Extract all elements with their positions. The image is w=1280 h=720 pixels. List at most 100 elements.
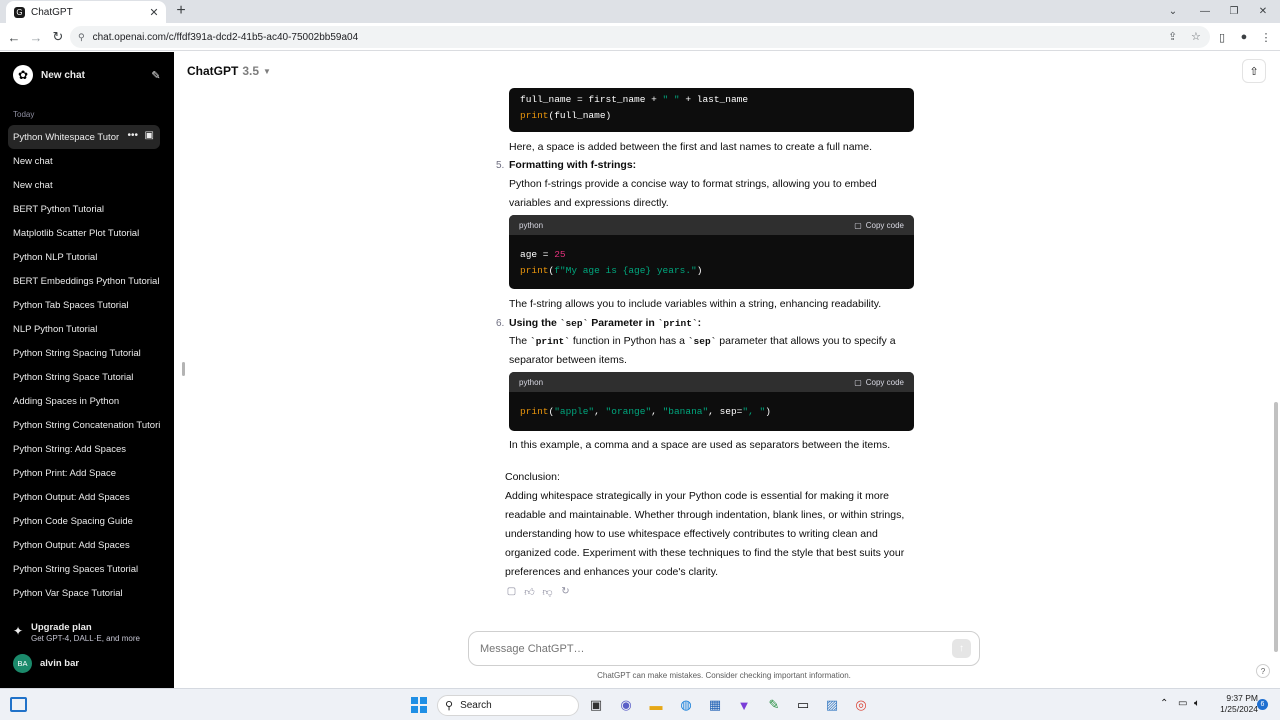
history-item[interactable]: Adding Spaces in Python: [8, 389, 160, 413]
editor-app-icon[interactable]: ✎: [764, 695, 784, 715]
history-item[interactable]: Python Output: Add Spaces: [8, 485, 160, 509]
clock[interactable]: 9:37 PM 1/25/2024: [1208, 693, 1258, 715]
history-item[interactable]: New chat: [8, 173, 160, 197]
history-item-label: Python String Spacing Tutorial: [13, 347, 141, 359]
regenerate-icon[interactable]: ↻: [560, 586, 571, 598]
history-item[interactable]: Python Var Space Tutorial: [8, 581, 160, 605]
history-item-label: BERT Python Tutorial: [13, 203, 105, 215]
start-button[interactable]: [411, 697, 427, 713]
new-tab-button[interactable]: +: [172, 2, 190, 20]
history-item-label: NLP Python Tutorial: [13, 323, 98, 335]
chat-app-icon[interactable]: ◉: [616, 695, 636, 715]
history-item[interactable]: New chat: [8, 149, 160, 173]
browser-tab-strip: G ChatGPT ✕ + ⌄ — ❐ ✕: [0, 0, 1280, 23]
taskbar-search[interactable]: ⚲ Search: [437, 695, 579, 716]
back-button[interactable]: ←: [4, 27, 24, 47]
history-item[interactable]: Matplotlib Scatter Plot Tutorial: [8, 221, 160, 245]
upgrade-plan-button[interactable]: ✦ Upgrade plan Get GPT-4, DALL·E, and mo…: [13, 622, 163, 648]
store-icon[interactable]: ▦: [705, 695, 725, 715]
history-item[interactable]: Python String Spaces Tutorial: [8, 557, 160, 581]
task-view-icon[interactable]: ▣: [586, 695, 606, 715]
history-item-label: Python Code Spacing Guide: [13, 515, 133, 527]
user-menu-button[interactable]: BA alvin bar: [13, 653, 163, 673]
history-item[interactable]: BERT Python Tutorial: [8, 197, 160, 221]
history-group-label: Today: [13, 110, 35, 119]
chat-main: ChatGPT 3.5 ▼ ⇧ full_name = first_name +…: [174, 52, 1280, 688]
bookmark-star-icon[interactable]: ☆: [1191, 30, 1201, 43]
share-chat-button[interactable]: ⇧: [1242, 59, 1266, 83]
url-bar[interactable]: ⚲ chat.openai.com/c/ffdf391a-dcd2-41b5-a…: [70, 26, 1210, 48]
copy-code-button[interactable]: ▢ Copy code: [854, 216, 904, 235]
history-item-label: Adding Spaces in Python: [13, 395, 120, 407]
upgrade-title: Upgrade plan: [31, 622, 92, 633]
profile-icon[interactable]: ●: [1234, 27, 1254, 47]
help-button[interactable]: ?: [1256, 664, 1270, 678]
history-item[interactable]: Python String Space Tutorial: [8, 365, 160, 389]
more-options-icon[interactable]: •••: [127, 130, 138, 141]
sidebar-resize-handle[interactable]: [182, 362, 185, 376]
vpn-app-icon[interactable]: ▼: [734, 695, 754, 715]
image-app-icon[interactable]: ▨: [822, 695, 842, 715]
paragraph: The f-string allows you to include varia…: [509, 298, 882, 310]
history-item-label: Python NLP Tutorial: [13, 251, 98, 263]
history-item[interactable]: Python String Concatenation Tutorial: [8, 413, 160, 437]
thumbs-down-icon[interactable]: 👎︎: [542, 586, 553, 598]
reload-button[interactable]: ↻: [48, 27, 68, 47]
paragraph: In this example, a comma and a space are…: [509, 439, 891, 451]
window-close-button[interactable]: ✕: [1248, 0, 1278, 22]
history-item-label: Python Whitespace Tutorial: [13, 131, 119, 143]
network-icon[interactable]: ▭: [1178, 698, 1187, 709]
message-input[interactable]: [480, 642, 940, 655]
clock-time: 9:37 PM: [1226, 693, 1258, 703]
history-item-label: Python String Spaces Tutorial: [13, 563, 139, 575]
history-item[interactable]: Python Code Spacing Guide: [8, 509, 160, 533]
site-info-icon[interactable]: ⚲: [78, 32, 85, 43]
thumbs-up-icon[interactable]: 👍︎: [524, 586, 535, 598]
restore-button[interactable]: ❐: [1219, 0, 1249, 22]
compose-icon[interactable]: ✎: [148, 69, 164, 82]
history-item-label: New chat: [13, 179, 53, 191]
side-panel-icon[interactable]: ▯: [1212, 27, 1232, 47]
message-composer: ↑: [468, 631, 980, 666]
history-item[interactable]: Python String: Add Spaces: [8, 437, 160, 461]
model-selector[interactable]: ChatGPT 3.5 ▼: [187, 64, 271, 78]
minimize-button[interactable]: —: [1190, 0, 1220, 22]
history-item[interactable]: Python Whitespace Tutorial ••• ▣: [8, 125, 160, 149]
chrome-icon[interactable]: ◎: [851, 695, 871, 715]
browser-menu-icon[interactable]: ⋮: [1256, 27, 1276, 47]
copy-code-button[interactable]: ▢ Copy code: [854, 373, 904, 392]
file-explorer-icon[interactable]: ▬: [646, 695, 666, 715]
tray-chevron-icon[interactable]: ⌃: [1160, 698, 1168, 709]
upgrade-subtitle: Get GPT-4, DALL·E, and more: [31, 634, 140, 643]
widgets-icon[interactable]: [10, 697, 27, 712]
history-item-label: New chat: [13, 155, 53, 167]
share-page-icon[interactable]: ⇪: [1168, 30, 1177, 43]
send-button[interactable]: ↑: [952, 639, 971, 658]
history-item[interactable]: NLP Python Tutorial: [8, 317, 160, 341]
code-language: python: [519, 377, 544, 387]
archive-icon[interactable]: ▣: [145, 130, 154, 141]
volume-icon[interactable]: 🔈︎: [1194, 698, 1200, 709]
history-item[interactable]: BERT Embeddings Python Tutorial: [8, 269, 160, 293]
notification-badge[interactable]: 6: [1257, 699, 1268, 710]
history-item[interactable]: Python NLP Tutorial: [8, 245, 160, 269]
copy-icon[interactable]: ▢: [506, 586, 517, 598]
history-item-label: Python Tab Spaces Tutorial: [13, 299, 129, 311]
history-item[interactable]: Python String Spacing Tutorial: [8, 341, 160, 365]
code-block: python ▢ Copy code print("apple", "orange…: [509, 372, 914, 431]
chat-history-list: Python Whitespace Tutorial ••• ▣ New chat …: [8, 125, 160, 605]
url-text: chat.openai.com/c/ffdf391a-dcd2-41b5-ac4…: [92, 31, 359, 43]
scrollbar-thumb[interactable]: [1274, 402, 1278, 652]
terminal-icon[interactable]: ▭: [793, 695, 813, 715]
disclaimer: ChatGPT can make mistakes. Consider chec…: [597, 671, 851, 680]
history-item[interactable]: Python Print: Add Space: [8, 461, 160, 485]
history-item[interactable]: Python Tab Spaces Tutorial: [8, 293, 160, 317]
history-item[interactable]: Python Output: Add Spaces: [8, 533, 160, 557]
tab-close-icon[interactable]: ✕: [148, 6, 160, 19]
edge-browser-icon[interactable]: ◍: [676, 695, 696, 715]
forward-button[interactable]: →: [26, 27, 46, 47]
browser-tab[interactable]: G ChatGPT ✕: [6, 1, 166, 23]
new-chat-row[interactable]: ✿ New chat ✎: [8, 62, 164, 88]
windows-taskbar: ⚲ Search ▣ ◉ ▬ ◍ ▦ ▼ ✎ ▭ ▨ ◎ ⌃ ▭ 🔈︎ 9:37…: [0, 688, 1280, 720]
tab-search-icon[interactable]: ⌄: [1158, 0, 1188, 22]
